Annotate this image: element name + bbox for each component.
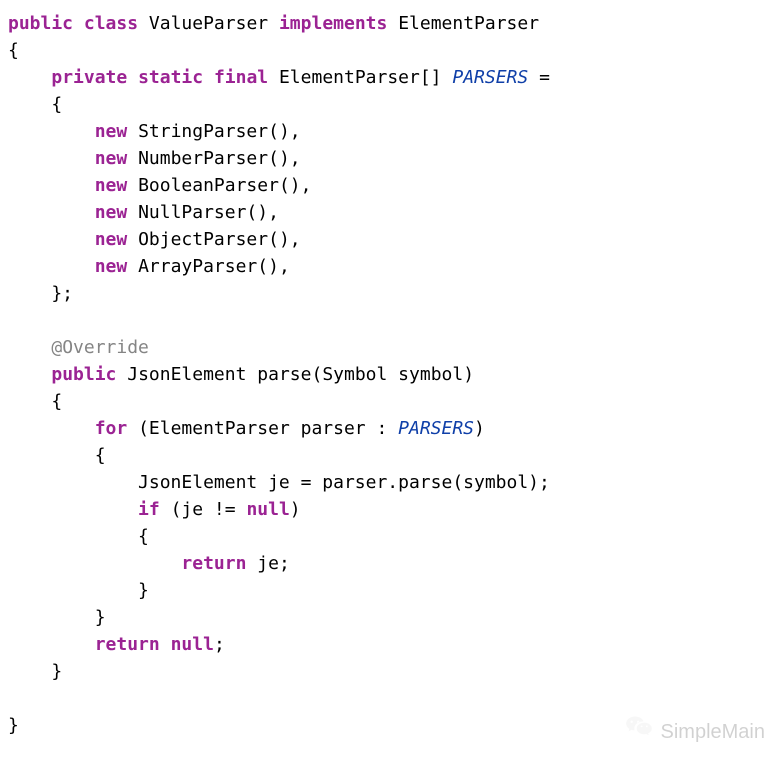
for-open: (ElementParser parser : [138, 418, 398, 439]
for-close: ) [474, 418, 485, 439]
annotation-override: @Override [51, 337, 149, 358]
keyword-return: return [181, 553, 246, 574]
constant-parsers: PARSERS [452, 67, 528, 88]
equals: = [539, 67, 550, 88]
brace-close: } [8, 661, 62, 682]
keyword-public: public [8, 13, 73, 34]
class-name: ValueParser [149, 13, 268, 34]
constant-parsers: PARSERS [398, 418, 474, 439]
brace-close: } [8, 607, 106, 628]
keyword-if: if [138, 499, 160, 520]
keyword-new: new [95, 121, 128, 142]
keyword-null: null [171, 634, 214, 655]
brace-open: { [8, 40, 19, 61]
keyword-new: new [95, 202, 128, 223]
return-value: je; [257, 553, 290, 574]
statement: JsonElement je = parser.parse(symbol); [138, 472, 550, 493]
wechat-icon [625, 713, 653, 750]
keyword-implements: implements [279, 13, 387, 34]
brace-close: } [8, 715, 19, 736]
return-type: JsonElement [127, 364, 246, 385]
brace-open: { [8, 445, 106, 466]
interface-name: ElementParser [398, 13, 539, 34]
keyword-public: public [51, 364, 116, 385]
brace-close: }; [8, 283, 73, 304]
watermark-text: SimpleMain [661, 717, 765, 747]
constructor-call: BooleanParser(), [138, 175, 311, 196]
code-block: public class ValueParser implements Elem… [8, 10, 775, 739]
constructor-call: ArrayParser(), [138, 256, 290, 277]
constructor-call: NullParser(), [138, 202, 279, 223]
keyword-new: new [95, 256, 128, 277]
code-line: public class ValueParser implements Elem… [8, 13, 539, 34]
keyword-return: return [95, 634, 160, 655]
constructor-call: StringParser(), [138, 121, 301, 142]
brace-open: { [8, 94, 62, 115]
paren-close: ) [290, 499, 301, 520]
keyword-final: final [214, 67, 268, 88]
brace-open: { [8, 391, 62, 412]
keyword-new: new [95, 175, 128, 196]
brace-close: } [8, 580, 149, 601]
constructor-call: NumberParser(), [138, 148, 301, 169]
keyword-static: static [138, 67, 203, 88]
brace-open: { [8, 526, 149, 547]
semicolon: ; [214, 634, 225, 655]
keyword-class: class [84, 13, 138, 34]
constructor-call: ObjectParser(), [138, 229, 301, 250]
keyword-new: new [95, 148, 128, 169]
condition: (je != [171, 499, 247, 520]
field-type: ElementParser[] [279, 67, 442, 88]
keyword-new: new [95, 229, 128, 250]
keyword-null: null [246, 499, 289, 520]
keyword-for: for [95, 418, 128, 439]
keyword-private: private [51, 67, 127, 88]
method-signature: parse(Symbol symbol) [257, 364, 474, 385]
watermark: SimpleMain [625, 713, 765, 750]
